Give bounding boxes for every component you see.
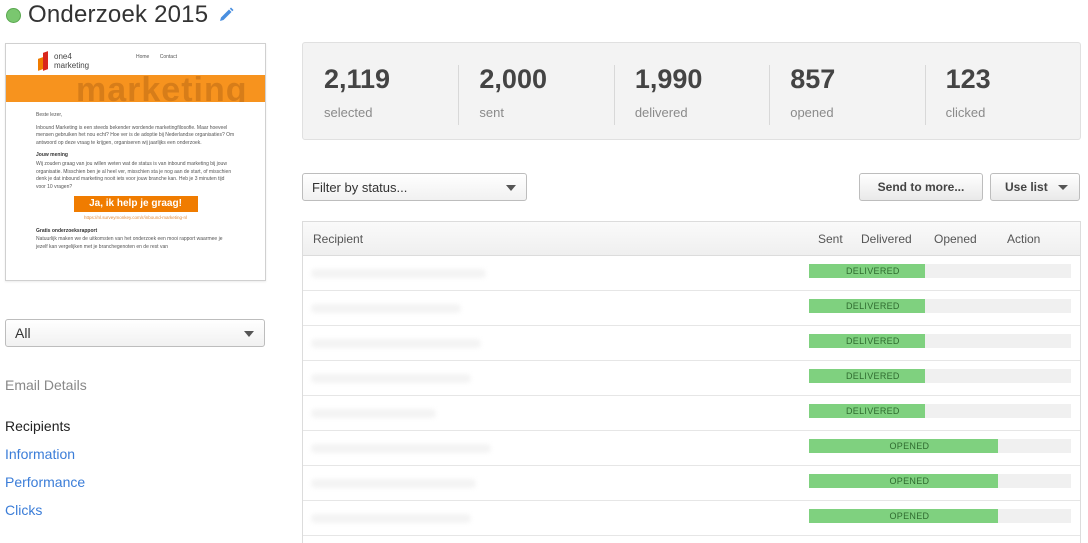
preview-banner: marketing [6, 75, 265, 102]
stat-label: delivered [634, 105, 688, 120]
preview-nav: Home Contact [136, 54, 186, 60]
preview-section-title-2: Gratis onderzoeksrapport [36, 227, 98, 234]
sidebar-nav: Recipients Information Performance Click… [5, 412, 85, 524]
recipient-email[interactable] [311, 269, 486, 278]
table-row[interactable]: OPENED [303, 466, 1080, 501]
status-filter-select[interactable]: Filter by status... [302, 173, 527, 201]
status-progress-track: OPENED [809, 439, 1071, 453]
stat-sent: 2,000 sent [458, 43, 613, 139]
stat-label: opened [790, 105, 834, 120]
chevron-down-icon [244, 331, 254, 337]
chevron-down-icon [1058, 185, 1068, 190]
status-filter-placeholder: Filter by status... [312, 179, 408, 195]
column-header-sent[interactable]: Sent [818, 232, 843, 246]
status-progress-track: DELIVERED [809, 334, 1071, 348]
stat-value: 123 [945, 64, 991, 94]
preview-cta-link: https://nl.surveymonkey.com/r/inbound-ma… [84, 214, 187, 220]
email-details-heading: Email Details [5, 377, 87, 393]
recipient-email[interactable] [311, 339, 481, 348]
stat-selected: 2,119 selected [303, 43, 458, 139]
stat-label: sent [479, 105, 504, 120]
sidebar-item-information[interactable]: Information [5, 440, 85, 468]
status-label: OPENED [889, 441, 930, 451]
recipient-email[interactable] [311, 444, 491, 453]
table-header: Recipient Sent Delivered Opened Action [303, 222, 1080, 256]
stat-value: 857 [790, 64, 836, 94]
stat-opened: 857 opened [769, 43, 924, 139]
stats-panel: 2,119 selected 2,000 sent 1,990 delivere… [302, 42, 1081, 140]
recipient-email[interactable] [311, 374, 471, 383]
recipients-table: Recipient Sent Delivered Opened Action D… [302, 221, 1081, 543]
send-to-more-button[interactable]: Send to more... [859, 173, 983, 201]
sidebar-item-recipients[interactable]: Recipients [5, 412, 85, 440]
use-list-label: Use list [1005, 180, 1048, 194]
email-preview-thumbnail[interactable]: one4 marketing Home Contact marketing Be… [5, 43, 266, 281]
status-label: OPENED [889, 511, 930, 521]
stat-delivered: 1,990 delivered [613, 43, 769, 139]
page-header: Onderzoek 2015 [6, 0, 234, 30]
preview-nav-home: Home [136, 54, 150, 60]
status-label: DELIVERED [846, 301, 900, 311]
status-progress-track: DELIVERED [809, 404, 1071, 418]
recipient-email[interactable] [311, 409, 436, 418]
status-progress-track: OPENED [809, 509, 1071, 523]
status-label: DELIVERED [846, 336, 900, 346]
stat-value: 2,119 [324, 64, 391, 94]
sidebar-item-performance[interactable]: Performance [5, 468, 85, 496]
recipient-scope-select[interactable]: All [5, 319, 265, 347]
preview-cta-button: Ja, ik help je graag! [73, 196, 198, 212]
page-title: Onderzoek 2015 [28, 1, 209, 28]
column-header-recipient[interactable]: Recipient [313, 232, 363, 246]
preview-greeting: Beste lezer, [36, 112, 63, 118]
table-row[interactable]: DELIVERED [303, 326, 1080, 361]
table-row[interactable]: DELIVERED [303, 291, 1080, 326]
status-label: OPENED [889, 476, 930, 486]
preview-section-text-2: Natuurlijk maken we de uitkomsten van he… [36, 236, 223, 250]
status-indicator [6, 7, 21, 23]
stat-value: 2,000 [479, 64, 547, 94]
stat-value: 1,990 [634, 64, 703, 94]
column-header-opened[interactable]: Opened [934, 232, 977, 246]
table-row[interactable]: DELIVERED [303, 361, 1080, 396]
status-label: DELIVERED [846, 406, 900, 416]
chevron-down-icon [506, 185, 516, 191]
status-progress-track: DELIVERED [809, 264, 1071, 278]
sidebar-item-clicks[interactable]: Clicks [5, 496, 85, 524]
logo-line-2: marketing [54, 61, 90, 70]
table-body: DELIVERED DELIVERED DELIVERED DELIVERED DELI… [303, 256, 1080, 536]
stat-label: clicked [945, 105, 986, 120]
preview-logo: one4 marketing [38, 50, 89, 72]
table-row[interactable]: OPENED [303, 431, 1080, 466]
preview-section-text: Wij zouden graag van jou willen weten wa… [36, 160, 232, 190]
recipient-email[interactable] [311, 304, 461, 313]
preview-intro: Inbound Marketing is een steeds bekender… [36, 124, 235, 146]
preview-banner-text: marketing [76, 75, 248, 102]
recipient-scope-value: All [15, 325, 31, 341]
recipient-email[interactable] [311, 479, 476, 488]
table-row[interactable]: DELIVERED [303, 256, 1080, 291]
table-row[interactable]: DELIVERED [303, 396, 1080, 431]
recipient-email[interactable] [311, 514, 471, 523]
column-header-action: Action [1007, 232, 1041, 246]
preview-section-title: Jouw mening [36, 152, 68, 159]
table-row[interactable]: OPENED [303, 501, 1080, 536]
stat-label: selected [324, 105, 373, 120]
pencil-icon[interactable] [218, 7, 234, 23]
status-progress-track: OPENED [809, 474, 1071, 488]
logo-line-1: one4 [54, 52, 72, 61]
column-header-delivered[interactable]: Delivered [861, 232, 912, 246]
logo-mark-icon [38, 50, 50, 72]
stat-clicked: 123 clicked [924, 43, 1080, 139]
preview-nav-contact: Contact [159, 54, 177, 60]
status-label: DELIVERED [846, 371, 900, 381]
status-progress-track: DELIVERED [809, 299, 1071, 313]
status-label: DELIVERED [846, 266, 900, 276]
status-progress-track: DELIVERED [809, 369, 1071, 383]
use-list-button[interactable]: Use list [990, 173, 1080, 201]
